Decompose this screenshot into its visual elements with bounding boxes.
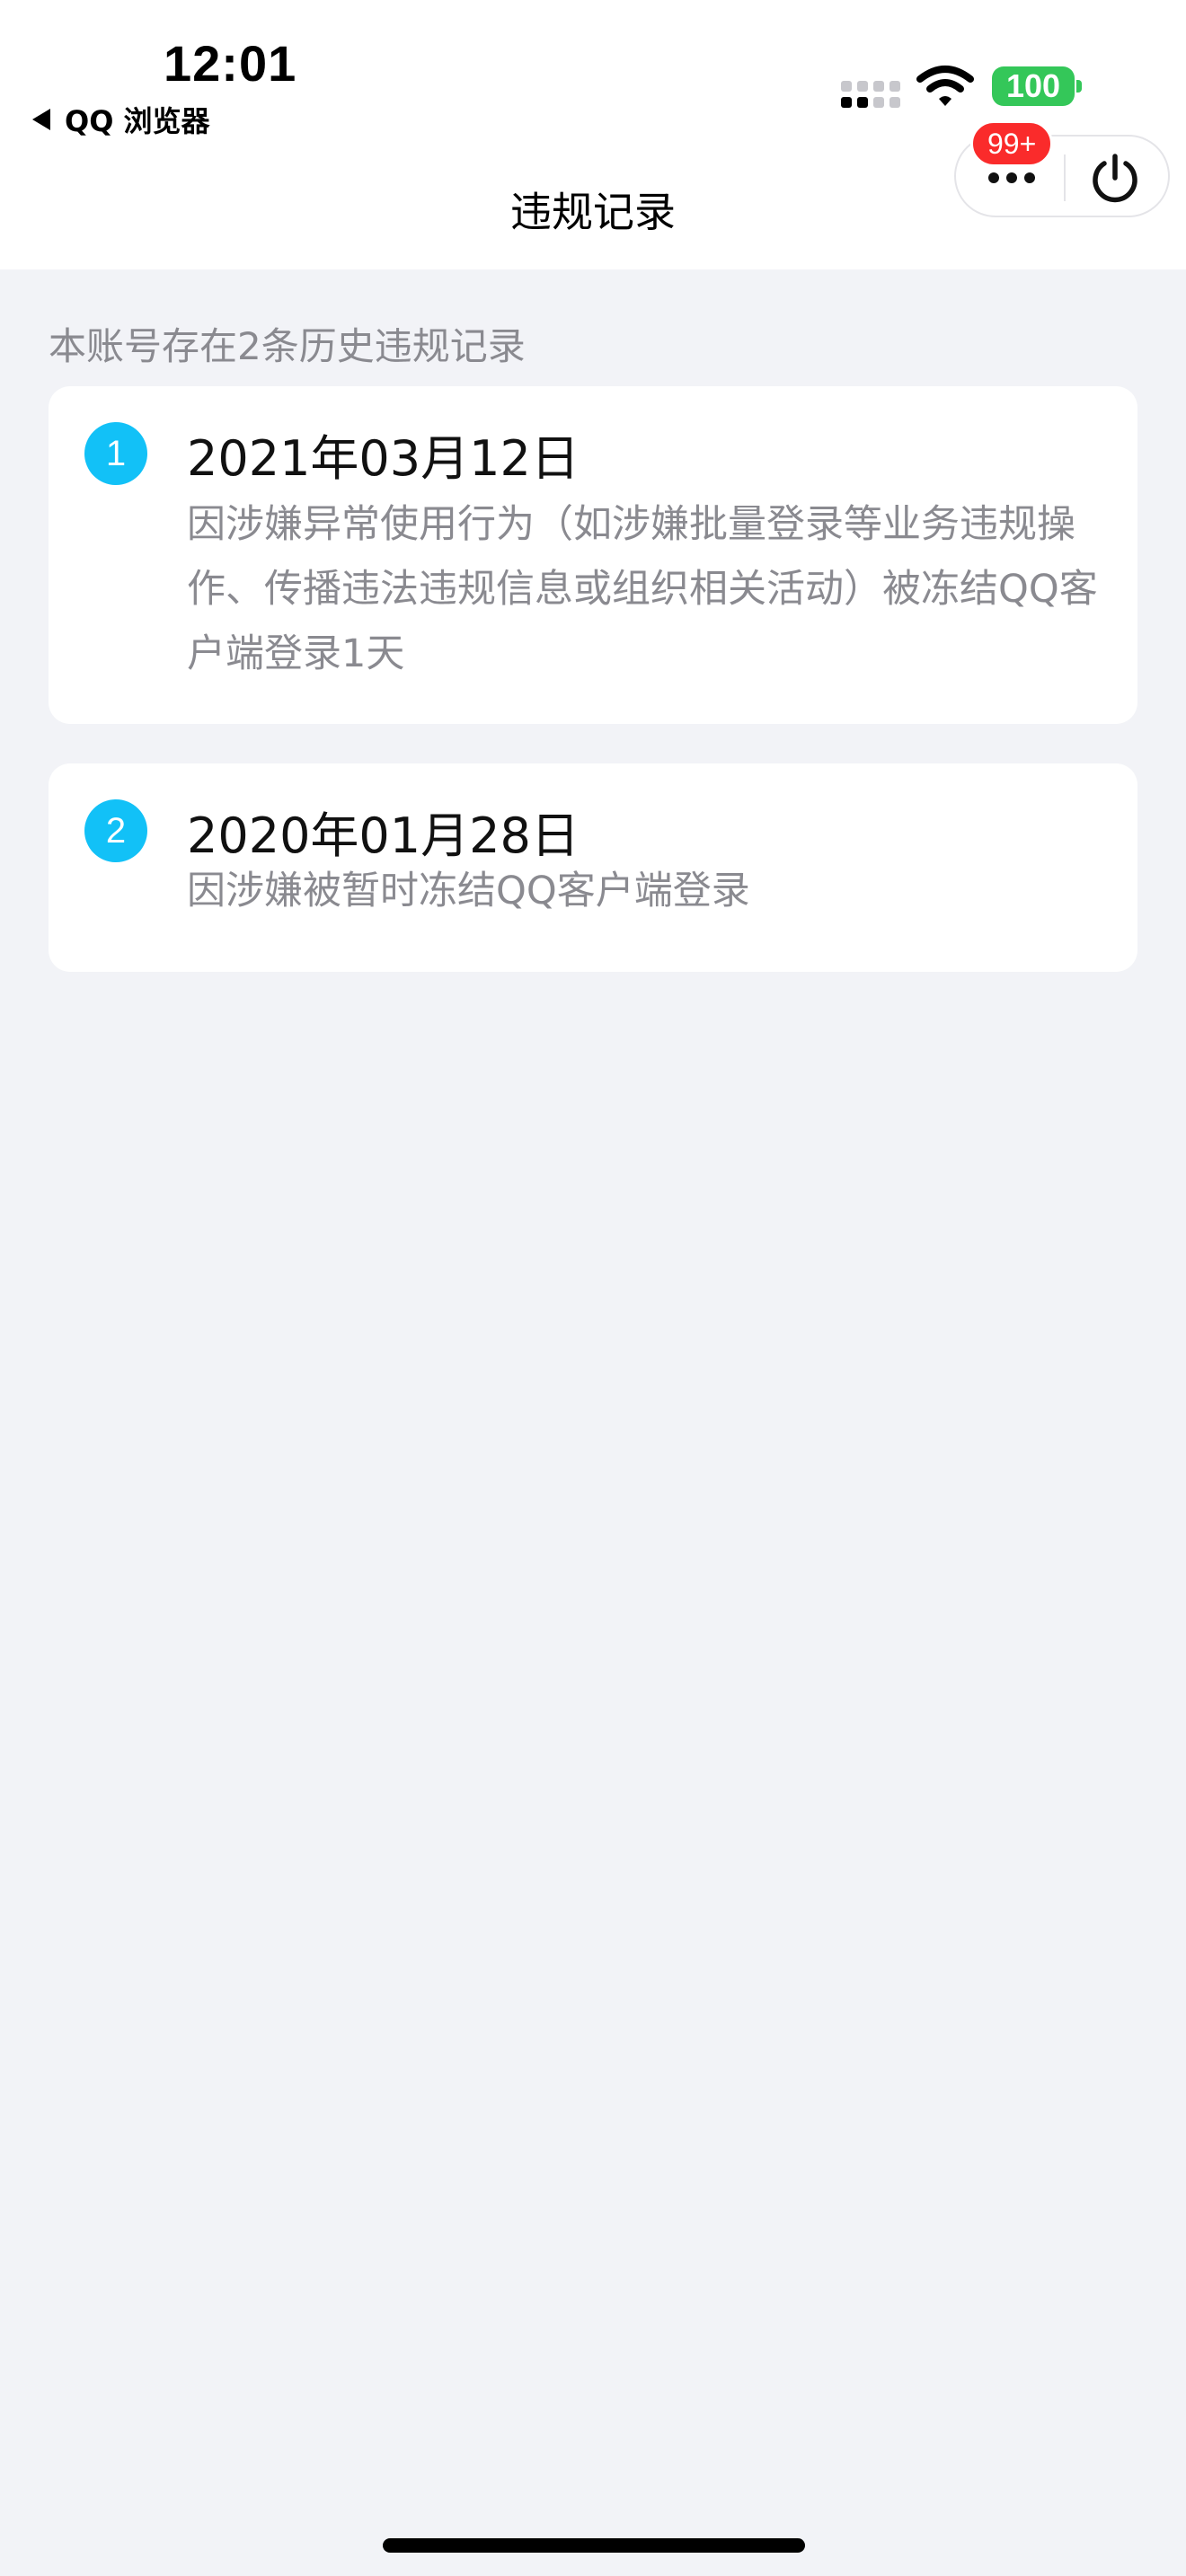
record-description: 因涉嫌被暂时冻结QQ客户端登录 (187, 869, 750, 913)
violation-summary: 本账号存在2条历史违规记录 (49, 324, 526, 368)
record-index: 1 (84, 422, 147, 485)
violation-record-card: 2 2020年01月28日 因涉嫌被暂时冻结QQ客户端登录 (49, 763, 1137, 972)
notification-badge: 99+ (970, 120, 1054, 167)
back-app-label: QQ 浏览器 (65, 104, 210, 138)
wifi-icon (916, 66, 974, 106)
page-title: 违规记录 (510, 188, 676, 236)
violation-record-card: 1 2021年03月12日 因涉嫌异常使用行为（如涉嫌批量登录等业务违规操作、传… (49, 386, 1137, 724)
status-time: 12:01 (164, 35, 297, 92)
signal-icon (841, 81, 900, 108)
record-date: 2021年03月12日 (187, 430, 580, 487)
top-bar: 12:01 QQ 浏览器 100 99+ 违规记录 (0, 0, 1186, 269)
record-date: 2020年01月28日 (187, 807, 580, 864)
battery-nub (1076, 80, 1082, 93)
battery-icon: 100 (992, 66, 1075, 106)
record-description: 因涉嫌异常使用行为（如涉嫌批量登录等业务违规操作、传播违法违规信息或组织相关活动… (187, 502, 1098, 676)
home-indicator[interactable] (383, 2538, 805, 2553)
record-index: 2 (84, 799, 147, 862)
back-triangle-icon (32, 109, 50, 130)
back-to-app-link[interactable]: QQ 浏览器 (32, 99, 210, 140)
